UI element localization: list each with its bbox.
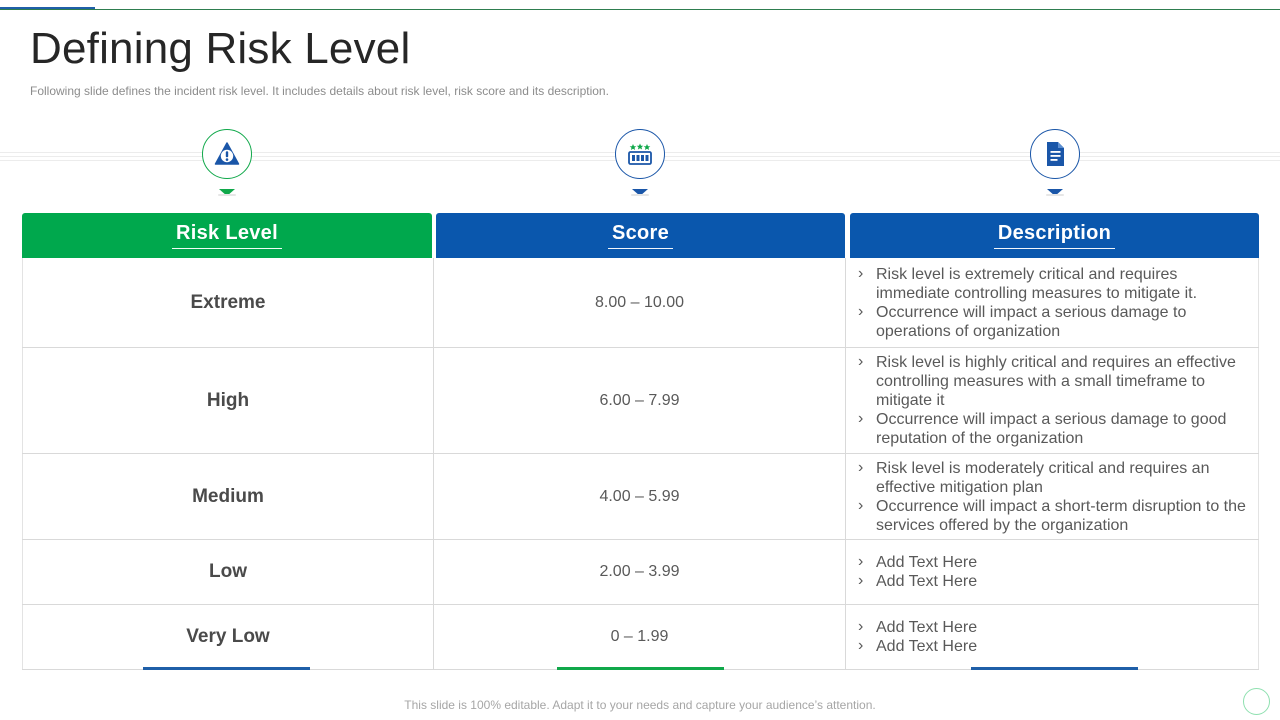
description-list: Add Text Here Add Text Here: [854, 617, 977, 656]
caret-shadow: [631, 194, 649, 196]
description-list: Risk level is moderately critical and re…: [854, 458, 1248, 535]
risk-level-icon-group: [202, 129, 252, 196]
score-cell: 4.00 – 5.99: [434, 454, 846, 539]
description-list: Risk level is extremely critical and req…: [854, 264, 1248, 341]
risk-level-cell: Medium: [22, 454, 434, 539]
description-item: Add Text Here: [854, 617, 977, 637]
description-item: Add Text Here: [854, 552, 977, 572]
description-cell: Risk level is highly critical and requir…: [846, 348, 1259, 453]
description-cell: Add Text Here Add Text Here: [846, 605, 1259, 669]
corner-circle-decoration: [1243, 688, 1270, 715]
risk-level-cell: Very Low: [22, 605, 434, 669]
description-item: Risk level is extremely critical and req…: [854, 264, 1248, 303]
description-cell: Add Text Here Add Text Here: [846, 540, 1259, 604]
header-description-label: Description: [993, 222, 1116, 249]
table-row: Medium 4.00 – 5.99 Risk level is moderat…: [22, 454, 1259, 540]
scoreboard-icon: [615, 129, 665, 179]
risk-level-cell: Extreme: [22, 258, 434, 347]
slide-footer-note: This slide is 100% editable. Adapt it to…: [404, 698, 876, 712]
caret-shadow: [1046, 194, 1064, 196]
description-cell: Risk level is extremely critical and req…: [846, 258, 1259, 347]
score-icon-group: [615, 129, 665, 196]
description-item: Risk level is moderately critical and re…: [854, 458, 1248, 497]
description-list: Risk level is highly critical and requir…: [854, 352, 1248, 448]
bottom-accent-bar: [971, 667, 1138, 670]
slide-subtitle: Following slide defines the incident ris…: [30, 84, 609, 98]
bottom-accent-bar: [557, 667, 724, 670]
header-description: Description: [850, 213, 1259, 258]
description-item: Occurrence will impact a serious damage …: [854, 302, 1248, 341]
header-score-label: Score: [607, 222, 674, 249]
table-row: Low 2.00 – 3.99 Add Text Here Add Text H…: [22, 540, 1259, 605]
score-cell: 0 – 1.99: [434, 605, 846, 669]
description-list: Add Text Here Add Text Here: [854, 552, 977, 591]
description-item: Occurrence will impact a serious damage …: [854, 409, 1248, 448]
score-cell: 6.00 – 7.99: [434, 348, 846, 453]
caret-shadow: [218, 194, 236, 196]
header-risk-level-label: Risk Level: [172, 222, 282, 249]
top-divider-line: [0, 9, 1280, 10]
table-row: Extreme 8.00 – 10.00 Risk level is extre…: [22, 258, 1259, 348]
header-score: Score: [436, 213, 845, 258]
description-icon-group: [1030, 129, 1080, 196]
description-item: Add Text Here: [854, 571, 977, 591]
warning-triangle-icon: [202, 129, 252, 179]
bottom-accent-bar: [143, 667, 310, 670]
table-row: Very Low 0 – 1.99 Add Text Here Add Text…: [22, 605, 1259, 670]
description-item: Risk level is highly critical and requir…: [854, 352, 1248, 410]
score-cell: 8.00 – 10.00: [434, 258, 846, 347]
description-item: Add Text Here: [854, 636, 977, 656]
score-cell: 2.00 – 3.99: [434, 540, 846, 604]
document-icon: [1030, 129, 1080, 179]
risk-level-cell: Low: [22, 540, 434, 604]
description-cell: Risk level is moderately critical and re…: [846, 454, 1259, 539]
description-item: Occurrence will impact a short-term disr…: [854, 496, 1248, 535]
risk-level-cell: High: [22, 348, 434, 453]
table-row: High 6.00 – 7.99 Risk level is highly cr…: [22, 348, 1259, 454]
slide-title: Defining Risk Level: [30, 24, 411, 73]
header-risk-level: Risk Level: [22, 213, 432, 258]
